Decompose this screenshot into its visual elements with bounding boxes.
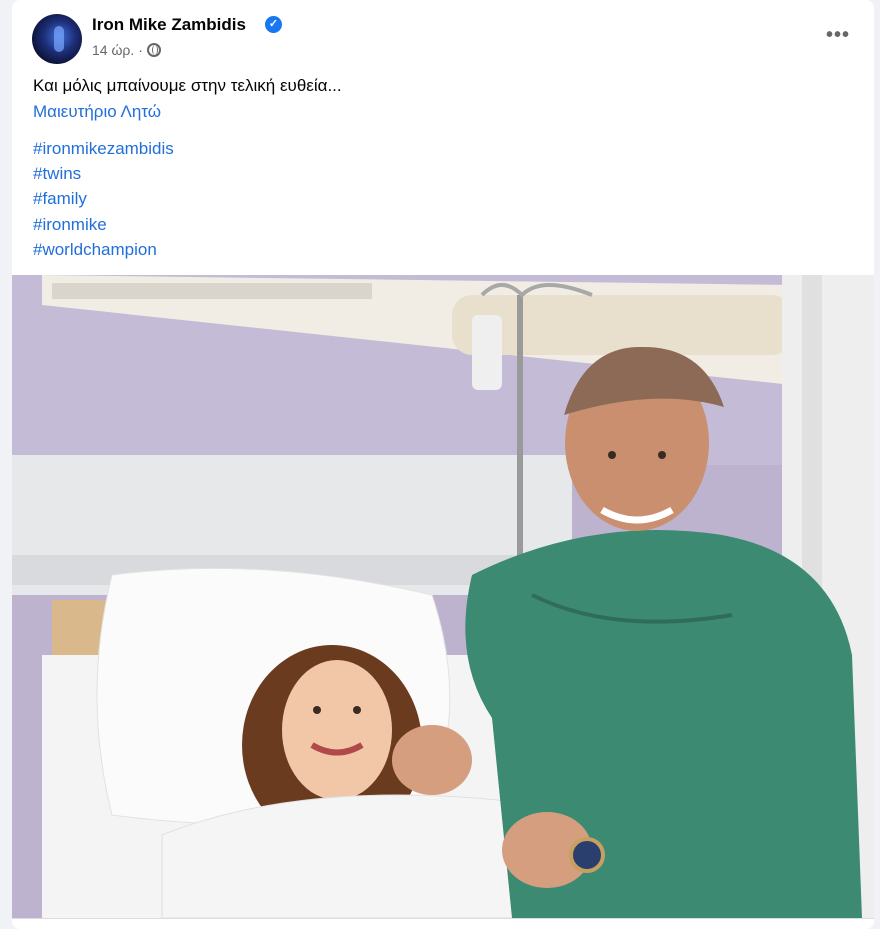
post-photo[interactable] [12,275,874,918]
post-meta: 14 ώρ. · [92,42,161,58]
hashtag-link[interactable]: #ironmike [33,212,174,237]
hashtag-link[interactable]: #family [33,186,174,211]
meta-separator: · [138,42,143,58]
author-avatar[interactable] [32,14,82,64]
hashtag-list: #ironmikezambidis #twins #family #ironmi… [33,136,174,262]
author-name[interactable]: Iron Mike Zambidis [92,15,246,35]
globe-icon[interactable] [146,43,161,57]
location-link[interactable]: Μαιευτήριο Λητώ [33,102,161,122]
hospital-room-photo [12,275,874,918]
post-header: Iron Mike Zambidis ✓ 14 ώρ. · ••• [12,0,874,66]
more-options-icon[interactable]: ••• [826,24,850,47]
hashtag-link[interactable]: #worldchampion [33,237,174,262]
post-caption: Και μόλις μπαίνουμε στην τελική ευθεία..… [33,76,342,95]
hashtag-link[interactable]: #twins [33,161,174,186]
verified-badge-icon: ✓ [265,16,282,33]
post-time[interactable]: 14 ώρ. [92,42,134,58]
post-footer-divider [12,918,874,929]
hashtag-link[interactable]: #ironmikezambidis [33,136,174,161]
post-card: Iron Mike Zambidis ✓ 14 ώρ. · ••• Και μό… [12,0,874,929]
